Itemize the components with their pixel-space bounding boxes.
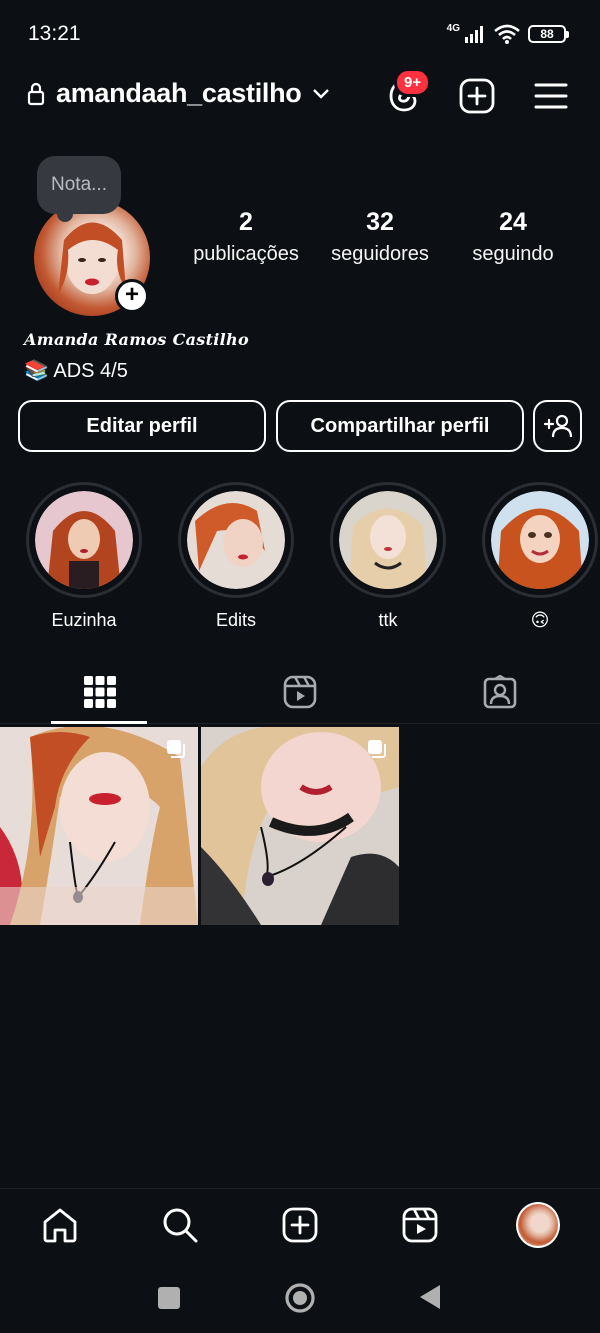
highlight-ring [482, 482, 598, 598]
highlight-label: 🙃 [530, 610, 550, 630]
story-highlights: Euzinha Edits ttk 🙃 [0, 482, 600, 632]
post-thumbnail[interactable] [201, 727, 399, 925]
stat-following-label: seguindo [472, 243, 554, 265]
triangle-back-icon [420, 1285, 440, 1309]
tab-tagged[interactable] [400, 660, 600, 724]
add-person-icon [543, 414, 572, 438]
highlight-ring [26, 482, 142, 598]
network-type: 4G [446, 22, 460, 34]
lock-icon [27, 82, 45, 105]
add-story-button[interactable]: + [115, 279, 149, 313]
stat-posts-label: publicações [193, 243, 299, 265]
note-bubble[interactable]: Nota... [37, 156, 121, 222]
tagged-icon [483, 675, 517, 709]
battery-indicator: 88 [528, 25, 569, 43]
stat-followers-count: 32 [366, 208, 394, 236]
tab-reels[interactable] [200, 660, 400, 724]
profile-avatar-small [516, 1202, 560, 1248]
highlight-item[interactable]: 🙃 [482, 482, 598, 631]
nav-create[interactable] [278, 1203, 322, 1247]
reels-icon [402, 1207, 438, 1243]
highlight-cover [491, 491, 589, 589]
chevron-down-icon [312, 88, 329, 99]
note-text: Nota... [51, 174, 107, 195]
grid-icon [84, 676, 116, 708]
edit-profile-button[interactable]: Editar perfil [18, 400, 266, 452]
search-icon [163, 1208, 198, 1243]
full-name: Amanda Ramos Castilho [24, 330, 249, 349]
bio: 📚 ADS 4/5 [24, 360, 128, 382]
status-time: 13:21 [28, 22, 81, 45]
highlight-label: ttk [378, 610, 398, 630]
back-button[interactable] [418, 1284, 442, 1315]
create-icon [282, 1207, 318, 1243]
highlight-ring [330, 482, 446, 598]
recent-apps-button[interactable] [157, 1286, 181, 1315]
account-switcher[interactable]: amandaah_castilho [26, 78, 330, 109]
stat-following-count: 24 [499, 208, 527, 236]
stat-posts-count: 2 [239, 208, 253, 236]
threads-button[interactable]: 9+ [384, 68, 432, 116]
content-tabs [0, 660, 600, 724]
highlight-label: Edits [215, 610, 257, 630]
plus-icon: + [124, 281, 139, 308]
nav-profile[interactable] [516, 1202, 560, 1248]
square-icon [158, 1287, 180, 1309]
highlight-item[interactable]: Edits [178, 482, 294, 631]
tab-posts[interactable] [0, 660, 200, 724]
signal-icon [465, 26, 483, 43]
post-thumbnail[interactable] [0, 727, 198, 925]
highlight-cover [187, 491, 285, 589]
discover-people-button[interactable] [533, 400, 582, 452]
highlight-ring [178, 482, 294, 598]
nav-home[interactable] [38, 1203, 82, 1247]
plus-square-icon [459, 78, 495, 114]
stat-followers[interactable]: 32 seguidores [315, 208, 445, 266]
circle-icon [285, 1283, 315, 1313]
active-tab-indicator [51, 721, 147, 724]
home-icon [43, 1208, 77, 1243]
status-icons: 4G 88 [446, 22, 569, 46]
highlight-cover [339, 491, 437, 589]
nav-search[interactable] [158, 1203, 202, 1247]
profile-header: amandaah_castilho 9+ [0, 66, 600, 126]
stat-followers-label: seguidores [331, 243, 429, 265]
highlight-label: Euzinha [51, 610, 117, 630]
stat-posts[interactable]: 2 publicações [181, 208, 311, 266]
wifi-icon [494, 24, 520, 44]
hamburger-icon [534, 83, 568, 109]
carousel-icon [368, 740, 386, 758]
username: amandaah_castilho [56, 78, 302, 108]
bottom-navigation [0, 1188, 600, 1262]
menu-button[interactable] [531, 76, 571, 116]
create-button[interactable] [457, 76, 497, 116]
home-button[interactable] [284, 1282, 316, 1319]
stat-following[interactable]: 24 seguindo [448, 208, 578, 266]
nav-reels[interactable] [398, 1203, 442, 1247]
highlight-cover [35, 491, 133, 589]
battery-level: 88 [540, 27, 554, 41]
system-navigation [0, 1262, 600, 1333]
notification-badge: 9+ [394, 68, 432, 97]
status-bar: 13:21 4G 88 [0, 0, 600, 66]
highlight-item[interactable]: Euzinha [26, 482, 142, 631]
share-profile-button[interactable]: Compartilhar perfil [276, 400, 524, 452]
highlight-item[interactable]: ttk [330, 482, 446, 631]
carousel-icon [167, 740, 185, 758]
reels-icon [283, 675, 317, 709]
